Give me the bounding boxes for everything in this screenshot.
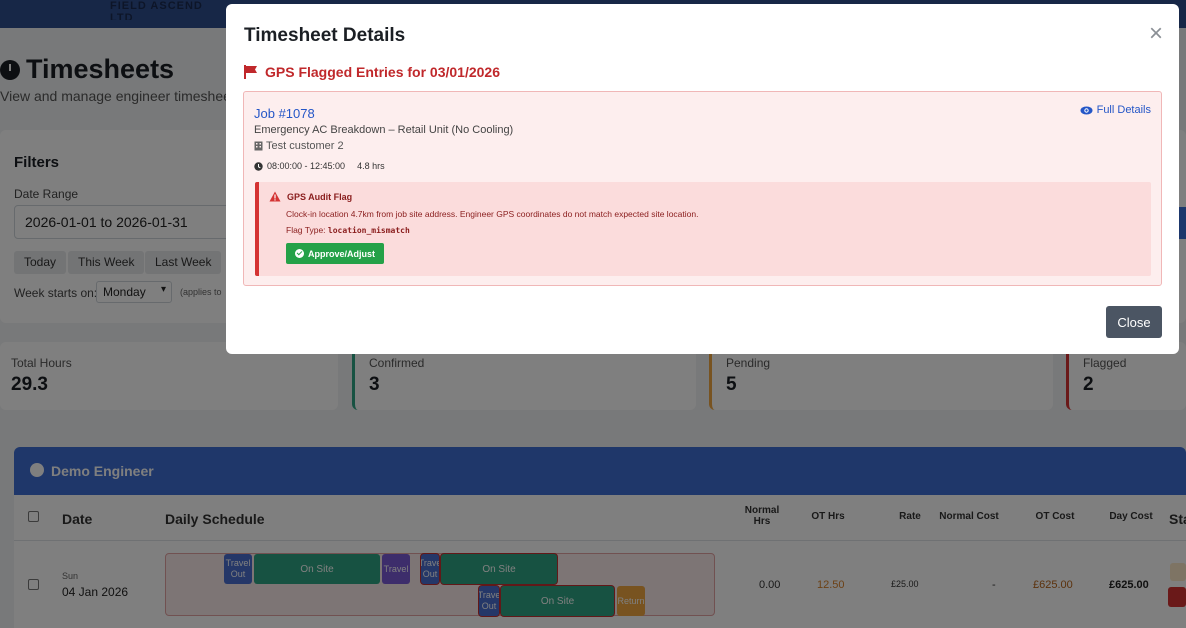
hours-text: 4.8 hrs [357, 161, 385, 171]
job-description: Emergency AC Breakdown – Retail Unit (No… [254, 124, 514, 136]
job-link[interactable]: Job #1078 [254, 106, 315, 121]
flag-type: Flag Type: location_mismatch [286, 225, 410, 235]
flag-type-label: Flag Type: [286, 225, 326, 235]
time-range: 08:00:00 - 12:45:00 4.8 hrs [254, 161, 385, 171]
time-range-text: 08:00:00 - 12:45:00 [267, 161, 346, 171]
customer-name: Test customer 2 [266, 140, 344, 152]
clock-icon [254, 161, 263, 171]
flag-type-value: location_mismatch [327, 226, 410, 235]
building-icon [254, 141, 263, 151]
flagged-entry-card: Job #1078 Full Details Emergency AC Brea… [243, 91, 1162, 286]
flagged-entries-heading-text: GPS Flagged Entries for 03/01/2026 [265, 64, 500, 80]
full-details-label: Full Details [1096, 104, 1151, 116]
approve-adjust-label: Approve/Adjust [308, 248, 376, 259]
audit-message: Clock-in location 4.7km from job site ad… [286, 209, 699, 219]
flag-icon [244, 65, 257, 79]
check-circle-icon [295, 249, 304, 258]
audit-title: GPS Audit Flag [269, 191, 352, 202]
timesheet-details-modal: Timesheet Details × GPS Flagged Entries … [226, 4, 1179, 354]
flagged-entries-heading: GPS Flagged Entries for 03/01/2026 [244, 64, 500, 80]
gps-audit-alert: GPS Audit Flag Clock-in location 4.7km f… [255, 182, 1151, 276]
close-icon[interactable]: × [1146, 22, 1166, 46]
approve-adjust-button[interactable]: Approve/Adjust [286, 243, 385, 264]
audit-title-text: GPS Audit Flag [287, 191, 353, 202]
eye-icon [1080, 106, 1093, 114]
warning-icon [269, 191, 281, 202]
modal-title: Timesheet Details [244, 25, 406, 46]
full-details-link[interactable]: Full Details [1080, 104, 1151, 116]
customer: Test customer 2 [254, 140, 344, 152]
close-button[interactable]: Close [1106, 306, 1162, 338]
